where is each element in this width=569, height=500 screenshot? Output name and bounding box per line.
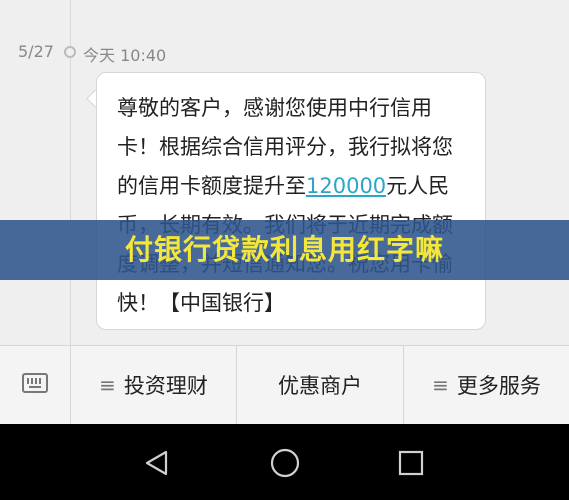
recents-icon[interactable] xyxy=(396,448,426,478)
back-icon[interactable] xyxy=(142,448,172,478)
menu-item-label: 优惠商户 xyxy=(278,374,362,398)
menu-item-investment[interactable]: ≡ 投资理财 xyxy=(70,346,236,424)
message-text: 尊敬的客户，感谢您使用中行信用卡！根据综合信用评分，我行拟将您的信用卡额度提升至… xyxy=(117,89,473,323)
keyboard-icon xyxy=(22,373,48,393)
date-label: 5/27 xyxy=(18,42,54,61)
home-icon[interactable] xyxy=(268,446,302,480)
menu-item-label: 更多服务 xyxy=(456,374,541,398)
service-menu-bar: ≡ 投资理财 优惠商户 ≡ 更多服务 xyxy=(0,345,569,424)
banner-text: 付银行贷款利息用红字嘛 xyxy=(124,233,444,266)
menu-item-label: 投资理财 xyxy=(123,374,208,398)
menu-item-more-services[interactable]: ≡ 更多服务 xyxy=(403,346,569,424)
time-label: 今天 10:40 xyxy=(83,46,167,65)
menu-lines-icon: ≡ xyxy=(99,373,116,397)
overlay-banner: 付银行贷款利息用红字嘛 xyxy=(0,220,569,280)
menu-item-merchants[interactable]: 优惠商户 xyxy=(236,346,403,424)
message-bubble[interactable]: 尊敬的客户，感谢您使用中行信用卡！根据综合信用评分，我行拟将您的信用卡额度提升至… xyxy=(96,72,486,330)
timeline-dot-icon xyxy=(64,46,76,58)
keyboard-toggle-button[interactable] xyxy=(0,346,70,424)
system-nav-bar xyxy=(0,424,569,500)
menu-lines-icon: ≡ xyxy=(432,373,449,397)
amount-link[interactable]: 120000 xyxy=(306,174,386,198)
